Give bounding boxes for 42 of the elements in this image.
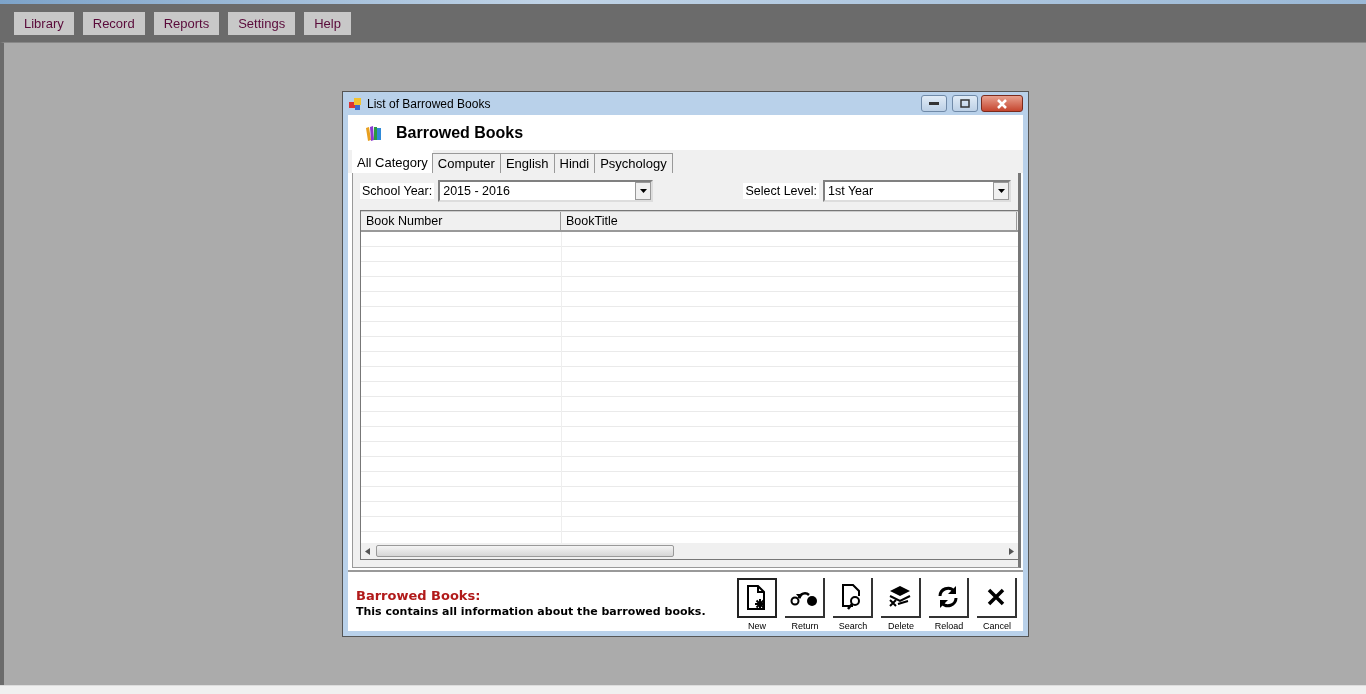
minimize-button[interactable] xyxy=(921,95,947,112)
window-title: List of Barrowed Books xyxy=(367,96,492,111)
dropdown-arrow-icon xyxy=(997,189,1005,193)
column-header[interactable]: BookTitle xyxy=(561,212,1017,230)
button-label: Cancel xyxy=(983,621,1011,631)
button-label: Delete xyxy=(888,621,914,631)
scroll-left-icon[interactable] xyxy=(365,547,370,555)
info-title: Barrowed Books: xyxy=(356,588,482,603)
form-heading: Barrowed Books xyxy=(396,123,524,142)
menu-item[interactable]: Settings xyxy=(228,11,296,35)
maximize-button[interactable] xyxy=(952,95,978,112)
close-icon xyxy=(996,98,1008,109)
app-icon xyxy=(348,96,362,111)
field-label: School Year: xyxy=(360,183,435,199)
close-button[interactable] xyxy=(981,95,1023,112)
button-label: Reload xyxy=(934,621,964,631)
scroll-right-icon[interactable] xyxy=(1009,547,1014,555)
minimize-icon xyxy=(929,101,939,106)
layers-delete-icon xyxy=(888,585,912,609)
field-label: Select Level: xyxy=(743,183,819,199)
books-icon xyxy=(364,123,382,142)
scrollbar-thumb[interactable] xyxy=(376,545,674,557)
column-header[interactable]: Book Number xyxy=(361,212,561,230)
tab[interactable]: Computer xyxy=(431,153,501,173)
button-label: New xyxy=(748,621,766,631)
reload-icon xyxy=(936,585,960,609)
button-label: Search xyxy=(838,621,868,631)
close-icon xyxy=(986,587,1006,607)
dropdown-field[interactable]: 1st Year xyxy=(823,180,1011,202)
menu-item[interactable]: Help xyxy=(304,11,351,35)
tab[interactable]: Psychology xyxy=(594,153,673,173)
dropdown-field[interactable]: 2015 - 2016 xyxy=(438,180,654,202)
tab[interactable]: All Category xyxy=(352,150,433,173)
dropdown-arrow-icon xyxy=(639,189,647,193)
menu-item[interactable]: Reports xyxy=(153,11,220,35)
button-label: Return xyxy=(791,621,819,631)
new-button[interactable] xyxy=(737,578,777,618)
info-text: This contains all information about the barrowed books. xyxy=(356,605,706,618)
menu-item[interactable]: Record xyxy=(82,11,145,35)
tab[interactable]: English xyxy=(499,153,555,173)
menu-item[interactable]: Library xyxy=(14,11,74,35)
maximize-icon xyxy=(960,99,970,108)
